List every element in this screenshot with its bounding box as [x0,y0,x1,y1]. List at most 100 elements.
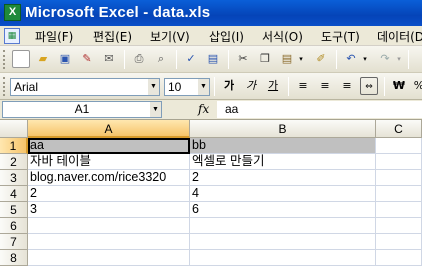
select-all-corner[interactable] [0,120,28,138]
name-box[interactable]: A1 ▼ [2,101,162,118]
font-name-select[interactable]: Arial ▼ [10,78,160,96]
currency-icon[interactable]: ₩ [390,77,408,95]
row-header[interactable]: 8 [0,250,28,266]
bold-button[interactable]: 가 [220,77,238,95]
formula-bar: A1 ▼ fx aa [0,100,422,120]
toolbar-separator [214,77,215,96]
cell-b6[interactable] [190,218,376,234]
cell-b8[interactable] [190,250,376,266]
cell-a7[interactable] [28,234,190,250]
toolbar-separator [336,50,337,69]
font-size-select[interactable]: 10 ▼ [164,78,210,96]
formatting-toolbar: Arial ▼ 10 ▼ 가 가 가 ≡ ≡ ≡ ⇔ ₩ % [0,73,422,100]
cell-b4[interactable]: 4 [190,186,376,202]
toolbar-separator [228,50,229,69]
font-name-value: Arial [14,80,39,94]
menu-bar: ▦ 파일(F) 편집(E) 보기(V) 삽입(I) 서식(O) 도구(T) 데이… [0,26,422,46]
chevron-down-icon[interactable]: ▼ [198,79,209,95]
worksheet-grid[interactable]: A B C 1 aa bb 2 자바 테이블 엑셀로 만들기 3 blog.na… [0,120,422,278]
menu-view[interactable]: 보기(V) [150,28,190,45]
column-header-a[interactable]: A [28,120,190,138]
formula-input[interactable]: aa [217,101,422,118]
chevron-down-icon[interactable]: ▼ [148,79,159,95]
cell-c2[interactable] [376,154,422,170]
align-right-icon[interactable]: ≡ [338,77,356,95]
cell-c5[interactable] [376,202,422,218]
underline-button[interactable]: 가 [264,77,282,95]
cell-a6[interactable] [28,218,190,234]
cell-b3[interactable]: 2 [190,170,376,186]
save-icon[interactable]: ▣ [56,50,74,68]
cell-b1[interactable]: bb [190,138,376,154]
toolbar-separator [176,50,177,69]
merge-center-icon[interactable]: ⇔ [360,77,378,95]
redo-icon[interactable]: ↷ [376,50,394,68]
format-painter-icon[interactable]: ✐ [312,50,330,68]
paste-icon[interactable]: ▤ [278,50,296,68]
cell-b2[interactable]: 엑셀로 만들기 [190,154,376,170]
toolbar-separator [288,77,289,96]
undo-icon[interactable]: ↶ [342,50,360,68]
cell-a4[interactable]: 2 [28,186,190,202]
toolbar-separator [408,50,409,69]
align-left-icon[interactable]: ≡ [294,77,312,95]
row-header[interactable]: 5 [0,202,28,218]
copy-icon[interactable]: ❐ [256,50,274,68]
paste-dropdown-icon[interactable]: ▾ [296,50,306,68]
menu-file[interactable]: 파일(F) [35,28,73,45]
window-title: Microsoft Excel - data.xls [25,4,211,21]
cell-a5[interactable]: 3 [28,202,190,218]
percent-icon[interactable]: % [410,77,422,95]
cell-b5[interactable]: 6 [190,202,376,218]
font-size-value: 10 [168,80,182,94]
column-header-c[interactable]: C [376,120,422,138]
cut-icon[interactable]: ✂ [234,50,252,68]
cell-b7[interactable] [190,234,376,250]
row-header[interactable]: 6 [0,218,28,234]
italic-button[interactable]: 가 [242,77,260,95]
toolbar-separator [124,50,125,69]
cell-c3[interactable] [376,170,422,186]
menu-insert[interactable]: 삽입(I) [209,28,244,45]
permission-icon[interactable]: ✎ [78,50,96,68]
spelling-icon[interactable]: ✓ [182,50,200,68]
cell-c8[interactable] [376,250,422,266]
row-header[interactable]: 3 [0,170,28,186]
new-document-icon[interactable] [12,50,30,68]
menu-data[interactable]: 데이터(D) [377,28,422,45]
standard-toolbar: ▰ ▣ ✎ ✉ ⎙ ⌕ ✓ ▤ ✂ ❐ ▤ ▾ ✐ ↶ ▾ ↷ ▾ [0,46,422,73]
print-icon[interactable]: ⎙ [130,50,148,68]
toolbar-grip[interactable] [3,77,6,96]
align-center-icon[interactable]: ≡ [316,77,334,95]
chevron-down-icon[interactable]: ▼ [150,102,161,117]
cell-a1[interactable]: aa [28,138,190,154]
undo-dropdown-icon[interactable]: ▾ [360,50,370,68]
cell-c1[interactable] [376,138,422,154]
row-header[interactable]: 2 [0,154,28,170]
redo-dropdown-icon[interactable]: ▾ [394,50,404,68]
open-folder-icon[interactable]: ▰ [34,50,52,68]
title-bar: X Microsoft Excel - data.xls [0,0,422,26]
cell-a8[interactable] [28,250,190,266]
research-icon[interactable]: ▤ [204,50,222,68]
row-header[interactable]: 1 [0,138,28,154]
excel-app-icon[interactable]: X [4,4,21,21]
menu-tools[interactable]: 도구(T) [321,28,360,45]
menu-format[interactable]: 서식(O) [262,28,303,45]
cell-c4[interactable] [376,186,422,202]
menu-edit[interactable]: 편집(E) [93,28,132,45]
toolbar-separator [384,77,385,96]
row-header[interactable]: 4 [0,186,28,202]
print-preview-icon[interactable]: ⌕ [152,50,170,68]
workbook-icon[interactable]: ▦ [4,28,20,44]
cell-reference: A1 [74,102,90,116]
cell-a3[interactable]: blog.naver.com/rice3320 [28,170,190,186]
toolbar-grip[interactable] [3,50,6,69]
insert-function-icon[interactable]: fx [198,102,209,116]
row-header[interactable]: 7 [0,234,28,250]
cell-c7[interactable] [376,234,422,250]
column-header-b[interactable]: B [190,120,376,138]
email-icon[interactable]: ✉ [100,50,118,68]
cell-a2[interactable]: 자바 테이블 [28,154,190,170]
cell-c6[interactable] [376,218,422,234]
